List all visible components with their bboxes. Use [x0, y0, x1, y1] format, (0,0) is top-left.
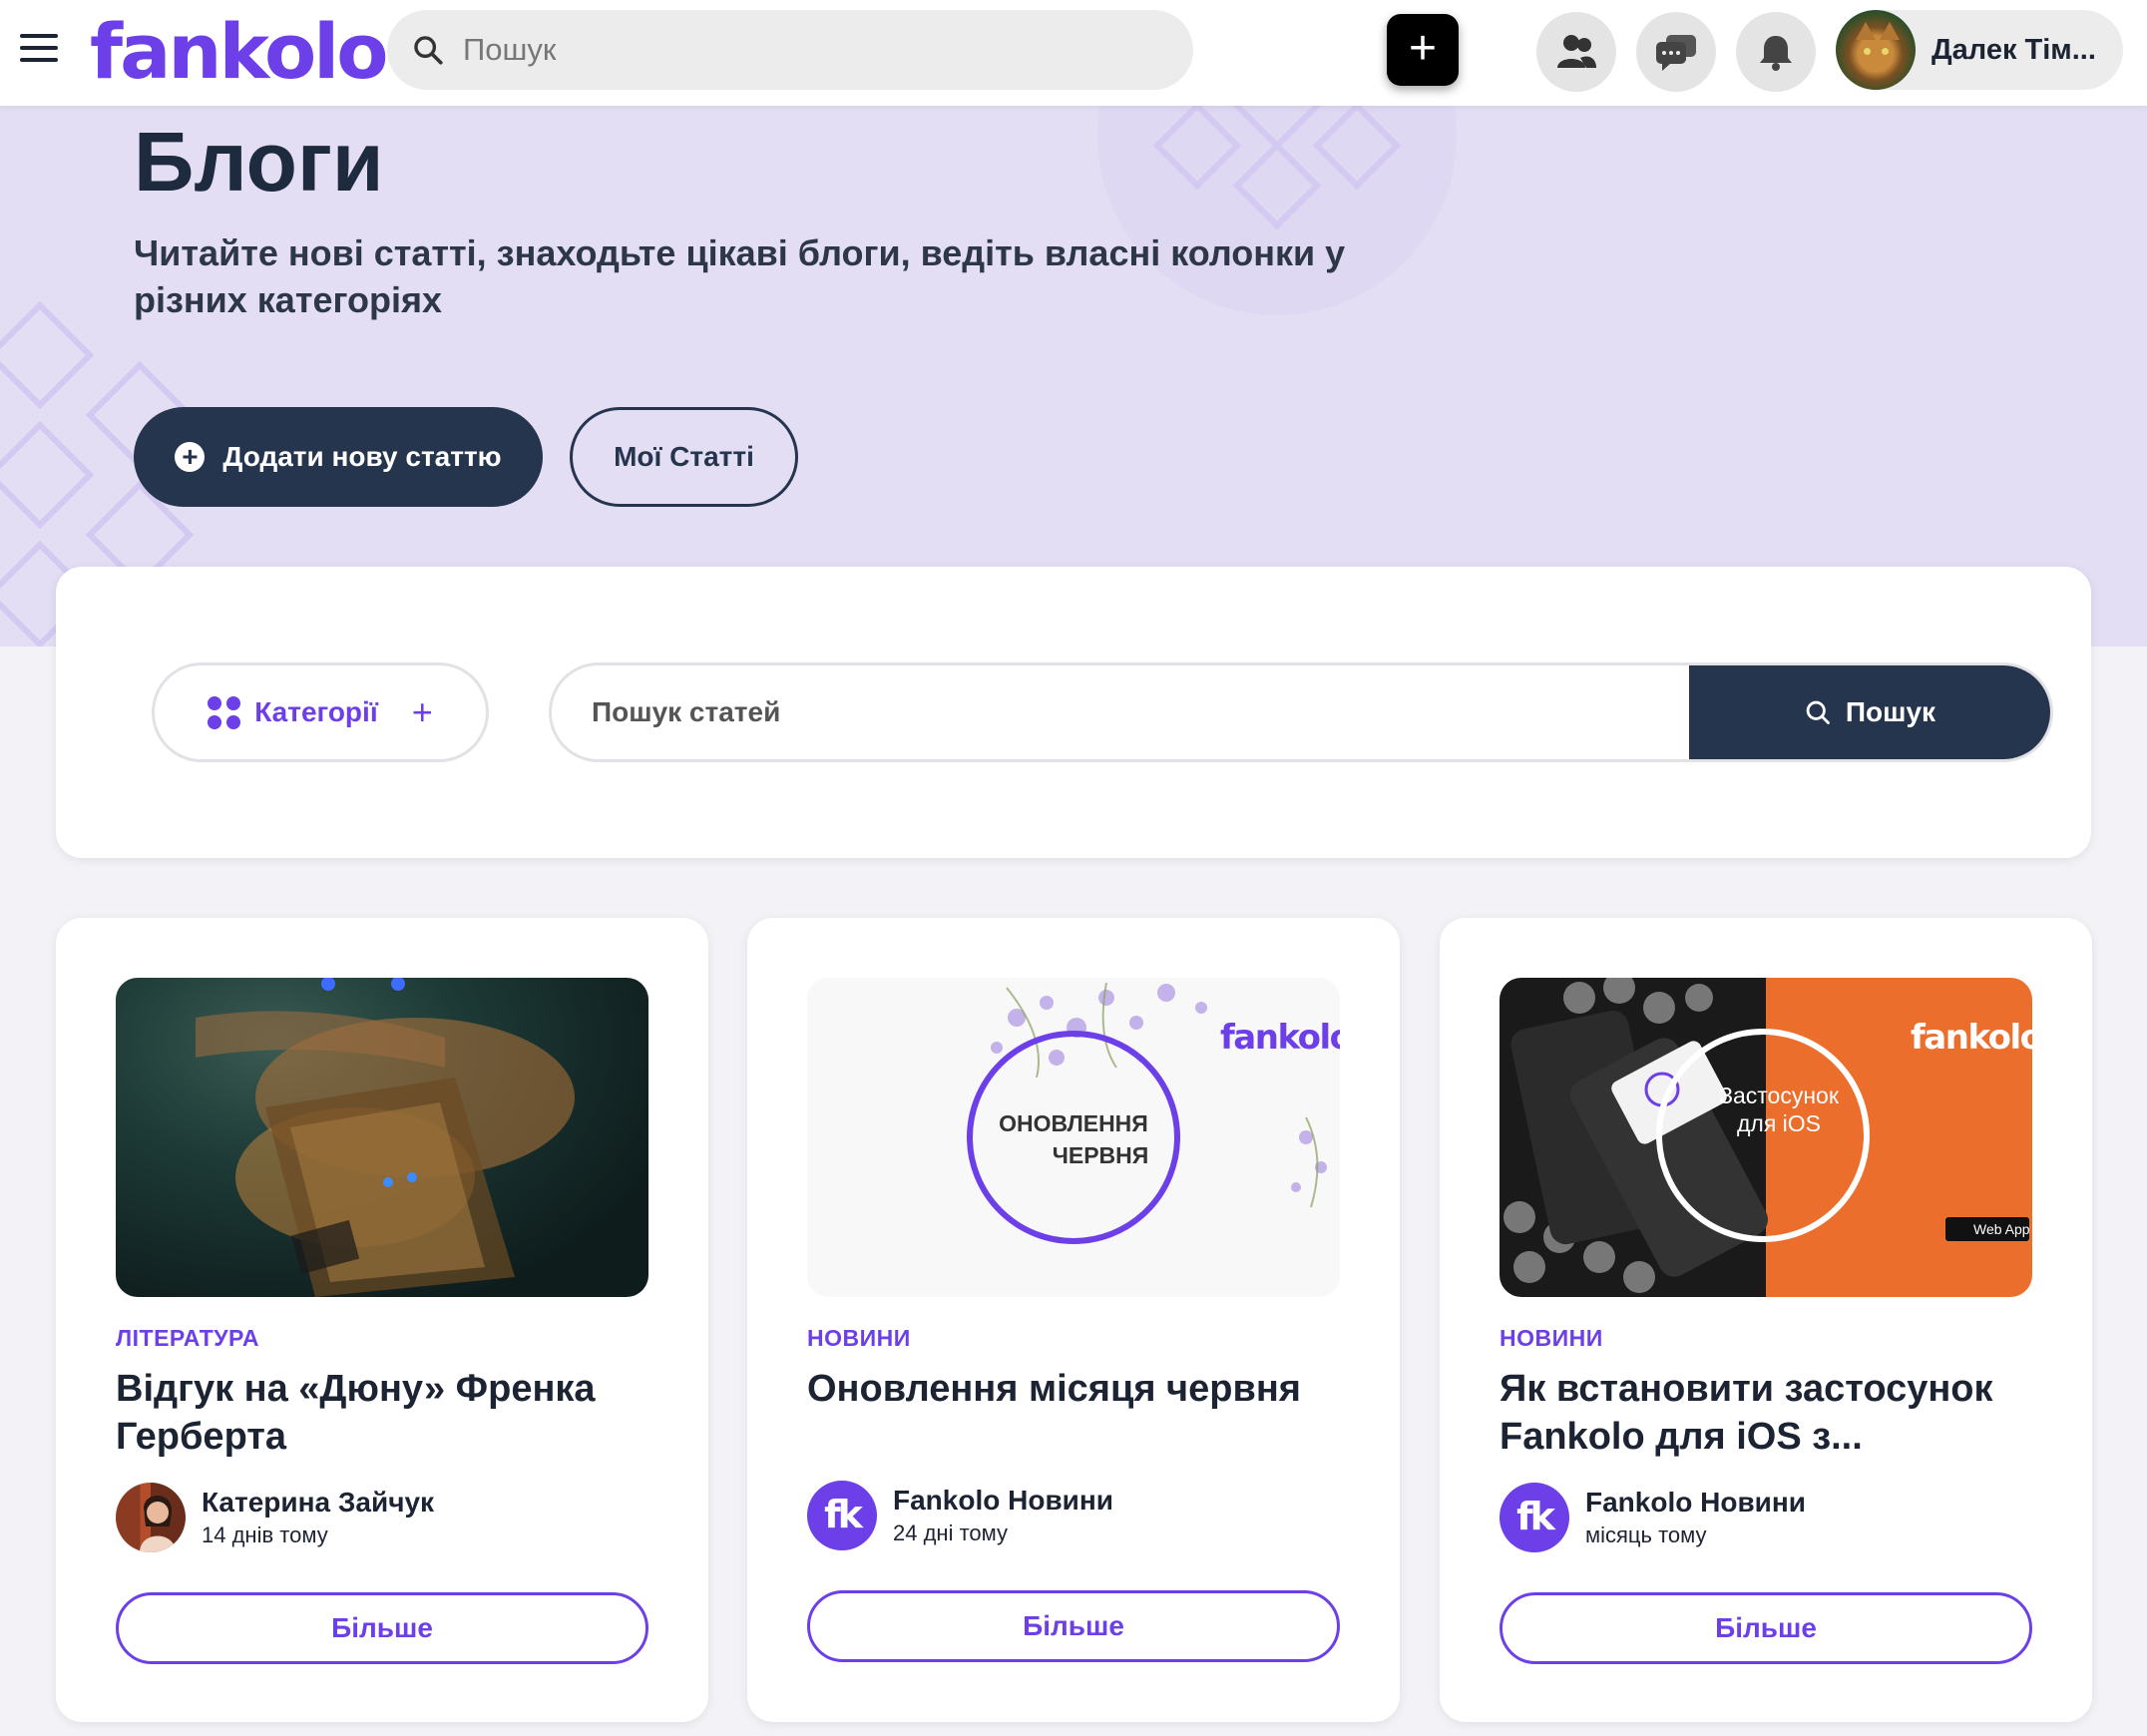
article-image[interactable] — [116, 978, 648, 1297]
user-profile-chip[interactable]: Далек Тім... — [1836, 10, 2123, 90]
fankolo-avatar-icon: fk — [807, 1481, 877, 1550]
article-author[interactable]: fk Fankolo Новини 24 дні тому — [807, 1481, 1113, 1550]
article-search-button-label: Пошук — [1845, 696, 1936, 727]
article-image[interactable]: Застосунок для iOS fankolo Web App — [1500, 978, 2032, 1297]
article-search-input[interactable] — [552, 665, 1689, 759]
image-logo: fankolo — [1220, 1018, 1340, 1058]
add-article-button[interactable]: + Додати нову статтю — [134, 407, 543, 507]
top-navbar: fankolo + Далек Тім... — [0, 0, 2147, 106]
image-text-line-1: ОНОВЛЕННЯ — [999, 1110, 1148, 1136]
image-text-line-2: для iOS — [1736, 1110, 1822, 1136]
post-time: 14 днів тому — [202, 1522, 328, 1547]
article-search-button[interactable]: Пошук — [1689, 665, 2050, 759]
post-time: місяць тому — [1585, 1522, 1707, 1547]
article-card[interactable]: Застосунок для iOS fankolo Web App НОВИН… — [1440, 918, 2092, 1722]
article-card[interactable]: ОНОВЛЕННЯ ЧЕРВНЯ fankolo НОВИНИ Оновленн… — [747, 918, 1400, 1722]
global-search-input[interactable] — [463, 32, 1141, 68]
categories-grid-icon — [208, 695, 241, 729]
page-subtitle: Читайте нові статті, знаходьте цікаві бл… — [134, 232, 1346, 320]
article-image[interactable]: ОНОВЛЕННЯ ЧЕРВНЯ fankolo — [807, 978, 1340, 1297]
fankolo-logo[interactable]: fankolo — [90, 4, 388, 100]
article-title[interactable]: Відгук на «Дюну» Френка Герберта — [116, 1365, 654, 1461]
author-name[interactable]: Fankolo Новини — [1585, 1487, 1806, 1519]
image-text-line-2: ЧЕРВНЯ — [1052, 1142, 1149, 1168]
my-articles-button[interactable]: Мої Статті — [570, 407, 798, 507]
categories-button[interactable]: Категорії + — [152, 662, 489, 762]
user-avatar — [1836, 10, 1916, 90]
notifications-button[interactable] — [1736, 12, 1816, 92]
author-name[interactable]: Fankolo Новини — [893, 1485, 1113, 1517]
chat-icon — [1656, 35, 1696, 71]
article-category[interactable]: НОВИНИ — [1500, 1325, 1603, 1352]
image-badge: Web App — [1973, 1221, 2030, 1237]
create-post-button[interactable]: + — [1387, 14, 1459, 86]
friends-button[interactable] — [1536, 12, 1616, 92]
more-button[interactable]: Більше — [807, 1590, 1340, 1662]
friends-icon — [1557, 35, 1596, 68]
article-title[interactable]: Оновлення місяця червня — [807, 1365, 1346, 1413]
search-icon — [1806, 700, 1830, 724]
plus-icon: + — [411, 691, 433, 732]
author-avatar — [116, 1483, 186, 1552]
fankolo-avatar-icon: fk — [1500, 1483, 1569, 1552]
article-category[interactable]: ЛІТЕРАТУРА — [116, 1325, 259, 1352]
global-search[interactable] — [387, 10, 1193, 90]
hero-section: Блоги Читайте нові статті, знаходьте цік… — [0, 106, 2147, 647]
bell-icon — [1760, 36, 1792, 71]
page-title: Блоги — [134, 115, 384, 209]
image-logo: fankolo — [1911, 1018, 2032, 1058]
article-search-bar: Пошук — [549, 662, 2053, 762]
plus-circle-icon: + — [175, 442, 206, 472]
post-time: 24 дні тому — [893, 1520, 1009, 1545]
article-author[interactable]: fk Fankolo Новини місяць тому — [1500, 1483, 1806, 1552]
add-article-label: Додати нову статтю — [222, 441, 502, 472]
more-button[interactable]: Більше — [116, 1592, 648, 1664]
more-button[interactable]: Більше — [1500, 1592, 2032, 1664]
search-icon — [414, 36, 443, 65]
categories-label: Категорії — [254, 696, 378, 727]
author-name[interactable]: Катерина Зайчук — [202, 1487, 434, 1519]
article-title[interactable]: Як встановити застосунок Fankolo для iOS… — [1500, 1365, 2038, 1461]
article-author[interactable]: Катерина Зайчук 14 днів тому — [116, 1483, 434, 1552]
menu-icon[interactable] — [20, 34, 58, 64]
article-category[interactable]: НОВИНИ — [807, 1325, 911, 1352]
user-name: Далек Тім... — [1932, 33, 2096, 66]
image-text-line-1: Застосунок — [1719, 1083, 1839, 1108]
messages-button[interactable] — [1636, 12, 1716, 92]
filter-panel: Категорії + Пошук — [56, 567, 2091, 858]
article-card[interactable]: ЛІТЕРАТУРА Відгук на «Дюну» Френка Гербе… — [56, 918, 708, 1722]
